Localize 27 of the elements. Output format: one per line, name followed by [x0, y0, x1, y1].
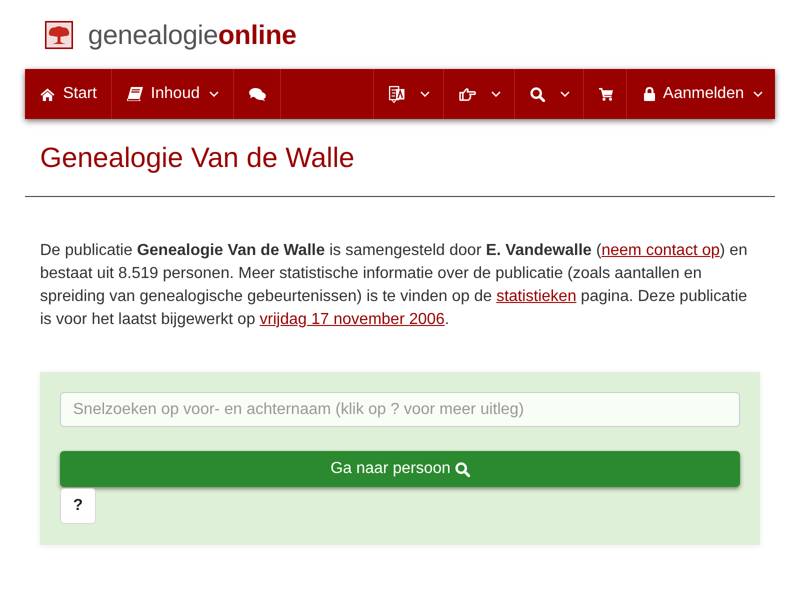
chat-bubbles-icon	[248, 88, 266, 100]
translate-icon	[389, 86, 406, 102]
home-icon	[40, 88, 55, 100]
search-icon	[454, 462, 470, 476]
lock-icon	[644, 87, 656, 101]
book-icon	[126, 87, 143, 101]
site-logo-text[interactable]: genealogieonline	[88, 20, 296, 50]
contact-link[interactable]: neem contact op	[601, 242, 720, 259]
caret-icon	[208, 91, 219, 97]
name-search-field[interactable]: Snelzoeken op voor- en achternaam (klik op ? voor meer uitleg)	[60, 392, 740, 427]
page-title: Genealogie Van de Walle	[40, 141, 354, 175]
statistics-link[interactable]: statistieken	[496, 288, 576, 305]
tree-logo-icon	[45, 21, 73, 49]
caret-icon	[491, 91, 502, 97]
pointing-hand-icon	[459, 88, 476, 100]
help-button[interactable]: ?	[60, 488, 96, 524]
intro-paragraph: De publicatie Genealogie Van de Walle is samengesteld door E. Vandewalle (neem contact op) en bestaat uit 8.519 personen. Meer statistische informatie over de publicatie (zoals aantallen en spreiding van genealogische gebeurtenissen) is te vinden op de statistieken pagina. Deze publicatie is voor het laatst bijgewerkt op vrijdag 17 november 2006.	[40, 241, 748, 330]
search-icon	[530, 86, 546, 102]
login-menu[interactable]: Aanmelden	[626, 69, 775, 119]
start-link[interactable]: Start	[25, 69, 112, 119]
update-date-link[interactable]: vrijdag 17 november 2006	[260, 311, 445, 328]
go-to-person-button[interactable]: Ga naar persoon	[60, 451, 740, 487]
caret-icon	[753, 91, 763, 97]
cart-icon	[599, 88, 614, 100]
caret-icon	[420, 91, 430, 97]
contents-menu[interactable]: Inhoud	[112, 69, 234, 119]
caret-icon	[560, 91, 570, 97]
